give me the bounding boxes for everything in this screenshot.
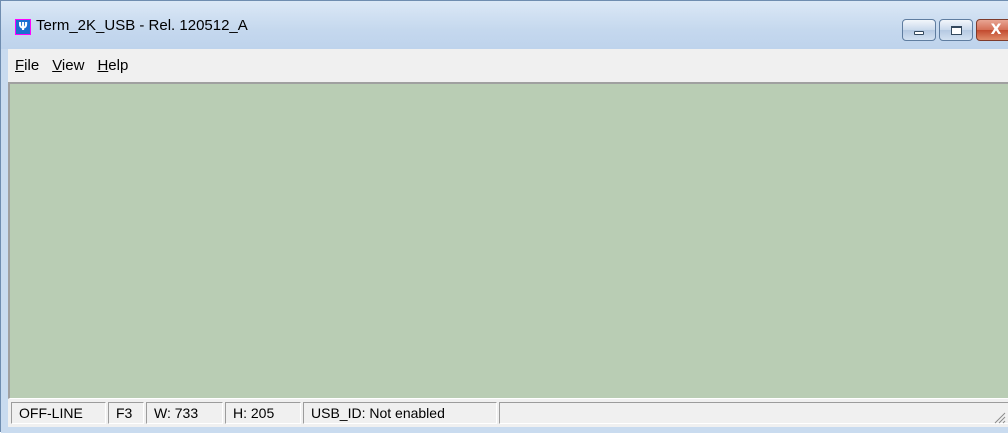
status-width: W: 733 [146, 402, 223, 424]
status-extra [499, 402, 1008, 424]
terminal-display-area[interactable] [8, 82, 1008, 399]
status-usb-id: USB_ID: Not enabled [303, 402, 497, 424]
minimize-icon [914, 31, 924, 35]
status-font-key: F3 [108, 402, 144, 424]
maximize-button[interactable] [939, 19, 973, 41]
close-icon: X [990, 22, 1002, 38]
usb-app-icon[interactable]: Ψ [15, 19, 31, 35]
status-connection: OFF-LINE [11, 402, 106, 424]
status-bar: OFF-LINE F3 W: 733 H: 205 USB_ID: Not en… [8, 399, 1008, 427]
status-height: H: 205 [225, 402, 301, 424]
menu-help-label: elp [108, 57, 129, 74]
size-grip-icon[interactable] [992, 410, 1006, 424]
window-bottom-border[interactable] [1, 427, 1008, 433]
menu-help[interactable]: Help [91, 57, 134, 74]
menu-view-label: iew [61, 57, 85, 74]
menu-view[interactable]: View [46, 57, 90, 74]
caption-buttons: X [899, 19, 1008, 41]
minimize-button[interactable] [902, 19, 936, 41]
close-button[interactable]: X [976, 19, 1008, 41]
menu-file[interactable]: File [9, 57, 45, 74]
title-bar[interactable]: Ψ Term_2K_USB - Rel. 120512_A X [1, 1, 1008, 49]
window-title: Term_2K_USB - Rel. 120512_A [36, 17, 248, 34]
menu-file-label: ile [24, 57, 40, 74]
menu-file-accel: F [15, 57, 25, 74]
application-window: Ψ Term_2K_USB - Rel. 120512_A X File Vie… [0, 0, 1008, 433]
menu-view-accel: V [52, 57, 62, 74]
menu-bar: File View Help [8, 49, 1008, 82]
menu-help-accel: H [97, 57, 109, 74]
maximize-icon [950, 25, 962, 35]
